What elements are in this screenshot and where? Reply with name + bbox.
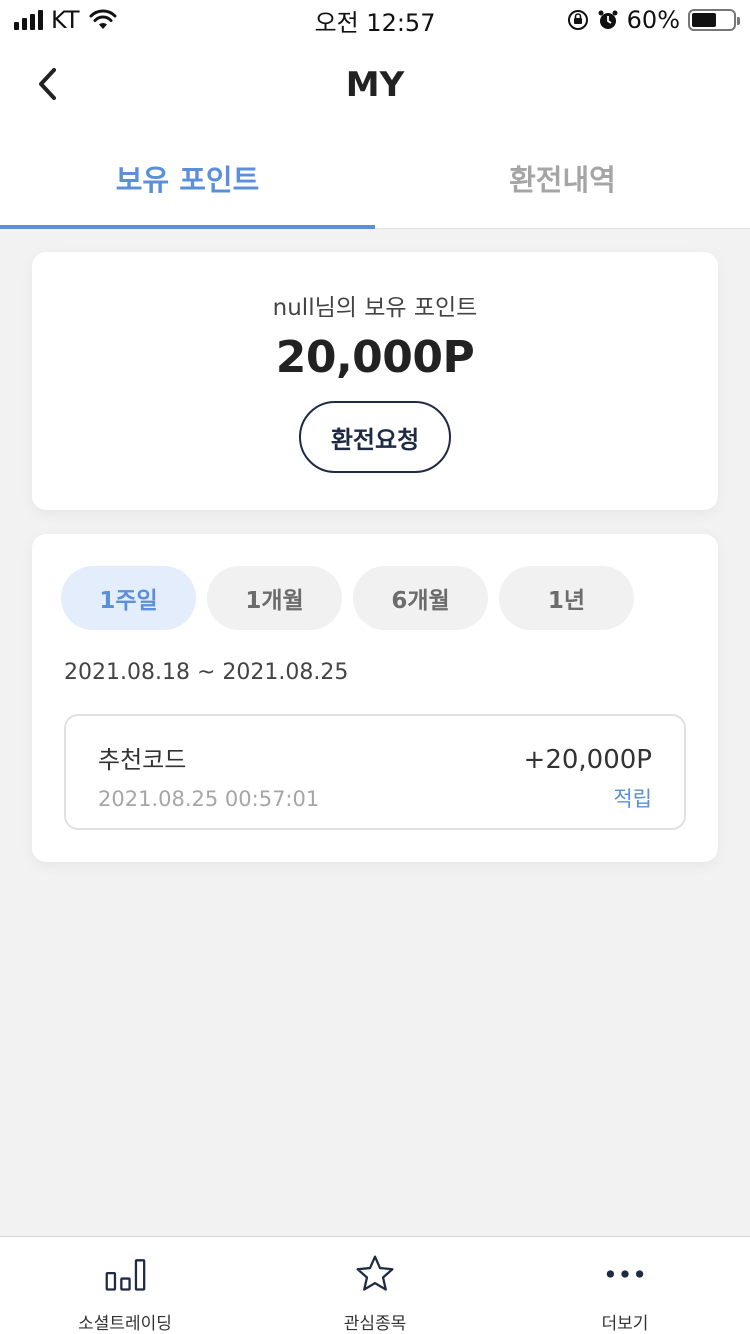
bottom-tab-bar: 소셜트레이딩 관심종목 더보기 — [0, 1236, 750, 1334]
nav-bar: MY — [0, 40, 750, 130]
wifi-icon — [89, 9, 117, 29]
battery-icon — [688, 9, 740, 31]
tab-points[interactable]: 보유 포인트 — [0, 130, 375, 229]
tabbar-label: 더보기 — [601, 1314, 649, 1334]
points-label: null님의 보유 포인트 — [272, 295, 478, 321]
entry-amount: +20,000P — [523, 745, 652, 775]
status-left: KT — [14, 6, 118, 34]
history-card: 1주일 1개월 6개월 1년 2021.08.18 ~ 2021.08.25 추… — [32, 534, 718, 862]
period-filter: 1주일 1개월 6개월 1년 — [61, 566, 634, 630]
more-icon — [606, 1270, 644, 1278]
period-1-week[interactable]: 1주일 — [61, 566, 196, 630]
tabbar-item-social-trading[interactable]: 소셜트레이딩 — [0, 1237, 250, 1334]
entry-name: 추천코드 — [98, 746, 187, 774]
rotation-lock-icon — [567, 10, 588, 30]
entry-top-row: 추천코드 +20,000P — [98, 740, 652, 775]
alarm-icon — [598, 10, 618, 29]
period-6-months[interactable]: 6개월 — [353, 566, 488, 630]
exchange-request-button[interactable]: 환전요청 — [299, 401, 451, 473]
status-bar: KT 오전 12:57 60% — [0, 0, 750, 40]
entry-date: 2021.08.25 00:57:01 — [98, 787, 320, 811]
points-value: 20,000P — [275, 332, 475, 383]
status-right: 60% — [567, 6, 740, 34]
bar-chart-icon — [105, 1259, 146, 1291]
tab-bar: 보유 포인트 환전내역 — [0, 130, 750, 229]
signal-icon — [14, 10, 43, 30]
tabbar-item-watchlist[interactable]: 관심종목 — [250, 1237, 500, 1334]
entry-type: 적립 — [613, 787, 652, 811]
tabbar-label: 소셜트레이딩 — [78, 1314, 172, 1334]
star-icon — [356, 1255, 394, 1291]
tab-exchange-history[interactable]: 환전내역 — [375, 130, 750, 228]
date-range: 2021.08.18 ~ 2021.08.25 — [64, 660, 349, 685]
tabbar-label: 관심종목 — [343, 1314, 407, 1334]
tabbar-item-more[interactable]: 더보기 — [500, 1237, 750, 1334]
points-card: null님의 보유 포인트 20,000P 환전요청 — [32, 252, 718, 510]
carrier-label: KT — [51, 6, 80, 34]
period-1-year[interactable]: 1년 — [499, 566, 634, 630]
battery-percent: 60% — [626, 6, 680, 34]
entry-bottom-row: 2021.08.25 00:57:01 적립 — [98, 783, 652, 813]
back-button[interactable] — [30, 62, 70, 106]
list-item: 추천코드 +20,000P 2021.08.25 00:57:01 적립 — [64, 714, 686, 830]
period-1-month[interactable]: 1개월 — [207, 566, 342, 630]
page-title: MY — [345, 65, 405, 105]
